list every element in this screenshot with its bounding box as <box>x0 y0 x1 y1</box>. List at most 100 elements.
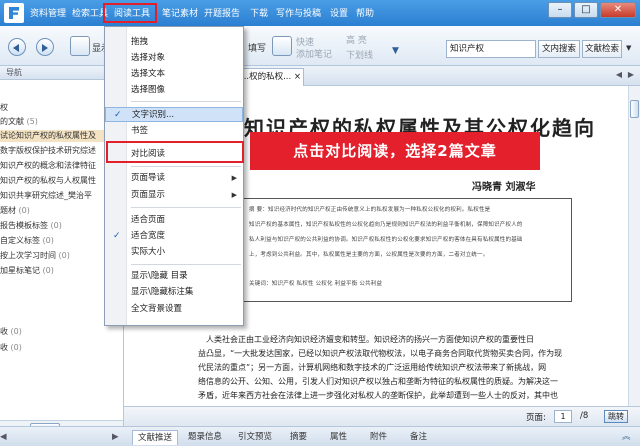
tab-abstract[interactable]: 摘要 <box>290 430 307 445</box>
menu-item-bookmark[interactable]: 书签 <box>105 124 243 139</box>
tree-item[interactable]: 知识产权的私权与人权属性 <box>0 175 96 187</box>
menu-resource-management[interactable]: 资料管理 <box>30 6 66 22</box>
tree-item[interactable]: 知识产权的概念和法律特征 <box>0 160 96 172</box>
menu-item-text-recognition[interactable]: ✓ 文字识别... <box>105 107 243 122</box>
tree-item[interactable]: 题材 (0) <box>0 205 30 217</box>
menu-item-select-text[interactable]: 选择文本 <box>105 67 243 82</box>
tree-item[interactable]: 按上次学习时间 (0) <box>0 250 70 262</box>
tab-bibliographic-info[interactable]: 题录信息 <box>188 430 222 445</box>
highlight-label[interactable]: 高 亮 <box>346 33 367 46</box>
tree-item-label: 收 <box>0 343 8 352</box>
menu-item-label: 文字识别... <box>132 110 175 120</box>
underline-label[interactable]: 下划线 <box>346 48 373 61</box>
forward-button[interactable] <box>36 38 54 56</box>
menu-item-toggle-annotations[interactable]: 显示\隐藏标注集 <box>105 285 243 300</box>
add-note-icon[interactable] <box>272 36 292 56</box>
show-icon[interactable] <box>70 36 90 56</box>
menu-item-select-object[interactable]: 选择对象 <box>105 51 243 66</box>
menu-settings[interactable]: 设置 <box>330 6 348 22</box>
menu-item-label: 选择图像 <box>131 85 166 95</box>
tree-item[interactable]: 报告模板标签 (0) <box>0 220 62 232</box>
tree-item[interactable]: 知识共享研究综述_樊治平 <box>0 190 92 202</box>
menu-item-fit-width[interactable]: ✓ 适合宽度 <box>105 229 243 244</box>
menu-item-page-guide[interactable]: 页面导读 ▶ <box>105 171 243 186</box>
menu-item-drag[interactable]: 拖拽 <box>105 35 243 50</box>
tree-item-label: 知识产权的概念和法律特征 <box>0 161 96 170</box>
menu-item-label: 页面导读 <box>131 173 166 183</box>
menu-item-label: 选择对象 <box>131 53 166 63</box>
search-input[interactable]: 知识产权 <box>446 40 536 58</box>
add-note-label[interactable]: 添加笔记 <box>296 47 332 60</box>
minimize-button[interactable]: – <box>548 2 572 18</box>
search-in-document-button[interactable]: 文内搜索 <box>538 40 580 58</box>
tab-attachments[interactable]: 附件 <box>370 430 387 445</box>
app-logo[interactable] <box>4 3 24 23</box>
menu-item-label: 实际大小 <box>131 247 166 257</box>
tab-properties[interactable]: 属性 <box>330 430 347 445</box>
tree-item-label: 加星标笔记 <box>0 266 40 275</box>
collapse-icon[interactable]: ︽ <box>622 430 631 445</box>
tree-item-label: 题材 <box>0 206 16 215</box>
menu-help[interactable]: 帮助 <box>356 6 374 22</box>
tree-item-count: (0) <box>10 327 22 336</box>
tree-item-count: (5) <box>26 117 38 126</box>
tree-item[interactable]: 权 <box>0 102 8 114</box>
tree-item[interactable]: 收 (0) <box>0 342 22 354</box>
bottom-tab-bar: ◀ ▶ 文献推送 题录信息 引文预览 摘要 属性 附件 备注 ︽ <box>0 426 640 446</box>
submenu-arrow-icon: ▶ <box>231 191 237 199</box>
tree-item[interactable]: 自定义标签 (0) <box>0 235 54 247</box>
page-number-input[interactable]: 1 <box>554 410 572 423</box>
menu-item-page-display[interactable]: 页面显示 ▶ <box>105 188 243 203</box>
menu-separator <box>131 264 241 265</box>
menu-item-label: 拖拽 <box>131 37 149 47</box>
jump-button[interactable]: 跳转 <box>604 410 628 423</box>
tree-item-label: 的文献 <box>0 117 24 126</box>
tree-item[interactable]: 加星标笔记 (0) <box>0 265 54 277</box>
tab-remarks[interactable]: 备注 <box>410 430 427 445</box>
menu-writing-submission[interactable]: 写作与投稿 <box>276 6 321 22</box>
tab-citation-preview[interactable]: 引文预览 <box>238 430 272 445</box>
close-button[interactable]: ✕ <box>600 2 636 18</box>
tree-item-label: 按上次学习时间 <box>0 251 56 260</box>
tree-item-label: 知识产权的私权与人权属性 <box>0 176 96 185</box>
page-status-bar: 页面: 1 /8 跳转 <box>124 406 640 426</box>
menu-item-label: 显示\隐藏标注集 <box>131 287 194 297</box>
reading-tools-menu: 拖拽 选择对象 选择文本 选择图像 ✓ 文字识别... 书签 对比阅读 页面导读 ▶… <box>104 26 244 326</box>
tree-item-label: 试论知识产权的私权属性及 <box>0 131 96 140</box>
tree-item-count: (0) <box>10 343 22 352</box>
tab-scroll-right-icon[interactable]: ▶ <box>628 70 634 79</box>
menu-item-background-settings[interactable]: 全文背景设置 <box>105 302 243 317</box>
menu-item-actual-size[interactable]: 实际大小 <box>105 245 243 260</box>
scroll-left-icon[interactable]: ◀ <box>0 430 7 445</box>
body-line: 人类社会正由工业经济向知识经济嬗变和转型。知识经济的扬兴一方面使知识产权的重要性… <box>206 335 534 344</box>
tree-item[interactable]: 的文献 (5) <box>0 116 38 128</box>
menu-item-select-image[interactable]: 选择图像 <box>105 83 243 98</box>
search-dropdown-icon[interactable]: ▼ <box>626 44 631 52</box>
tree-item-label: 收 <box>0 327 8 336</box>
abstract-line: 上，考虑到公共利益。其中，私权属性是主要的方面，公权属性是次要的方面，二者对立统… <box>249 252 489 258</box>
maximize-button[interactable]: □ <box>574 2 598 18</box>
body-line: 络信息的公开、公知、公用，引发人们对知识产权以独占和垄断为特征的私权属性的质疑。… <box>198 377 558 386</box>
menu-item-fit-page[interactable]: 适合页面 <box>105 213 243 228</box>
fill-label[interactable]: 填写 <box>248 41 266 54</box>
tab-literature-push[interactable]: 文献推送 <box>132 430 179 445</box>
menu-item-label: 书签 <box>131 126 149 136</box>
menu-proposal-report[interactable]: 开题报告 <box>204 6 240 22</box>
menu-item-toggle-toc[interactable]: 显示\隐藏 目录 <box>105 269 243 284</box>
tree-item[interactable]: 收 (0) <box>0 326 22 338</box>
menu-download[interactable]: 下载 <box>250 6 268 22</box>
underline-dropdown-icon[interactable]: ▼ <box>392 46 399 56</box>
tab-scroll-left-icon[interactable]: ◀ <box>616 70 622 79</box>
scrollbar-thumb[interactable] <box>630 100 639 118</box>
keywords-line: 关键词：知识产权 私权性 公权化 利益平衡 公共利益 <box>249 281 383 287</box>
menu-notes-material[interactable]: 笔记素材 <box>162 6 198 22</box>
tree-item[interactable]: 数字版权保护技术研究综述 <box>0 145 96 157</box>
document-tab[interactable]: ...权的私权... × <box>234 68 304 86</box>
abstract-line: 摘 要：知识经济时代的知识产权正由传统意义上的私权发展为一种私权公权化的权利。私… <box>249 207 491 213</box>
vertical-scrollbar[interactable] <box>628 86 640 406</box>
page-total: /8 <box>580 411 589 421</box>
literature-search-button[interactable]: 文献检索 <box>582 40 622 58</box>
menu-item-label: 全文背景设置 <box>131 304 183 314</box>
scroll-right-icon[interactable]: ▶ <box>112 430 119 445</box>
back-button[interactable] <box>8 38 26 56</box>
